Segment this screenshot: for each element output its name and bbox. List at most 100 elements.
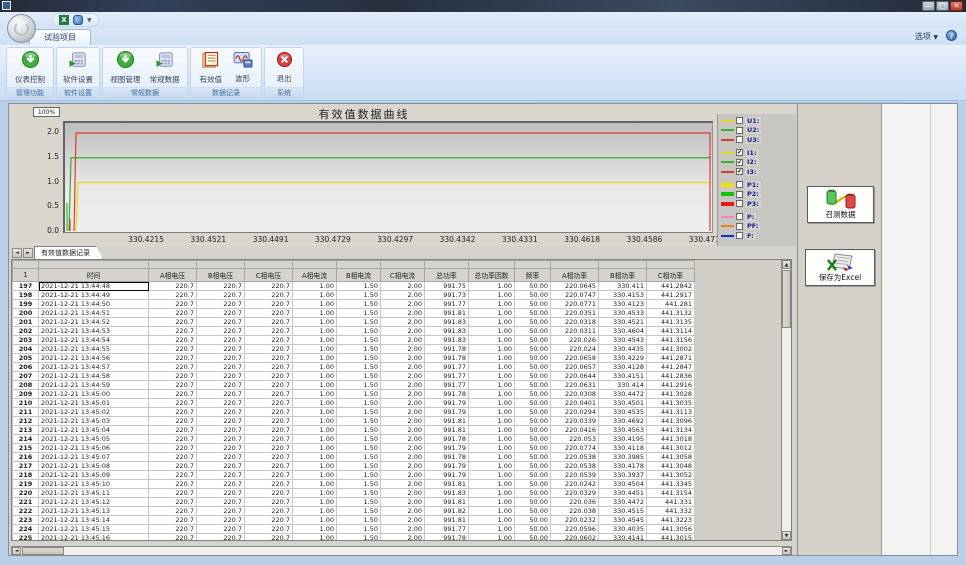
table-row[interactable]: 2002021-12-21 13:44:51220.7220.7220.71.0…: [13, 309, 695, 318]
ribbon-button-wave[interactable]: 波形: [231, 50, 255, 85]
scroll-left-icon[interactable]: ◄: [12, 547, 21, 555]
table-row[interactable]: 2052021-12-21 13:44:56220.7220.7220.71.0…: [13, 354, 695, 363]
table-row[interactable]: 2112021-12-21 13:45:02220.7220.7220.71.0…: [13, 408, 695, 417]
hscroll-thumb[interactable]: [22, 547, 64, 555]
legend-checkbox[interactable]: [736, 136, 743, 143]
table-row[interactable]: 2072021-12-21 13:44:58220.7220.7220.71.0…: [13, 372, 695, 381]
table-row[interactable]: 2042021-12-21 13:44:55220.7220.7220.71.0…: [13, 345, 695, 354]
vscroll-thumb[interactable]: [782, 270, 791, 328]
maximize-button[interactable]: ▢: [936, 1, 949, 11]
minimize-button[interactable]: —: [922, 1, 935, 11]
table-row[interactable]: 2172021-12-21 13:45:08220.7220.7220.71.0…: [13, 462, 695, 471]
table-row[interactable]: 2132021-12-21 13:45:04220.7220.7220.71.0…: [13, 426, 695, 435]
table-row[interactable]: 2082021-12-21 13:44:59220.7220.7220.71.0…: [13, 381, 695, 390]
close-button[interactable]: ✕: [950, 1, 963, 11]
table-cell: 1.00: [293, 462, 337, 471]
save-excel-button[interactable]: 保存为Excel: [805, 249, 875, 286]
tab-test-project[interactable]: 试验项目: [29, 29, 91, 45]
ribbon-button-control[interactable]: 仪表控制: [13, 49, 47, 86]
table-row[interactable]: 2122021-12-21 13:45:03220.7220.7220.71.0…: [13, 417, 695, 426]
sheet-tab-rms-record[interactable]: 有效值数据记录: [34, 246, 103, 259]
table-cell: 220.7: [197, 480, 245, 489]
ribbon-button-view[interactable]: 视图管理: [108, 49, 142, 86]
legend-checkbox[interactable]: [736, 117, 743, 124]
vertical-scrollbar[interactable]: ▲ ▼: [781, 260, 791, 540]
table-cell: 207: [13, 372, 39, 381]
scroll-up-icon[interactable]: ▲: [782, 260, 791, 269]
table-row[interactable]: 1972021-12-21 13:44:48220.7220.7220.71.0…: [13, 282, 695, 291]
table-row[interactable]: 2232021-12-21 13:45:14220.7220.7220.71.0…: [13, 516, 695, 525]
table-cell: 209: [13, 390, 39, 399]
table-cell: 1.00: [469, 417, 515, 426]
application-menu-orb[interactable]: [7, 14, 36, 43]
legend-checkbox[interactable]: ✔: [736, 168, 743, 175]
table-row[interactable]: 2032021-12-21 13:44:54220.7220.7220.71.0…: [13, 336, 695, 345]
table-row[interactable]: 2162021-12-21 13:45:07220.7220.7220.71.0…: [13, 453, 695, 462]
legend-checkbox[interactable]: ✔: [736, 149, 743, 156]
table-row[interactable]: 2252021-12-21 13:45:16220.7220.7220.71.0…: [13, 534, 695, 542]
legend-item-f: F:: [721, 231, 796, 240]
column-header: B相电压: [197, 269, 245, 282]
legend-checkbox[interactable]: [736, 200, 743, 207]
scroll-down-icon[interactable]: ▼: [782, 531, 791, 540]
header-spacer-cell: [647, 261, 695, 269]
legend-checkbox[interactable]: [736, 213, 743, 220]
column-header: A相功率: [551, 269, 599, 282]
scroll-right-icon[interactable]: ►: [782, 547, 791, 555]
table-row[interactable]: 1992021-12-21 13:44:50220.7220.7220.71.0…: [13, 300, 695, 309]
table-cell: 991.78: [425, 534, 469, 542]
horizontal-scrollbar[interactable]: ◄ ►: [11, 546, 792, 556]
table-cell: 2.00: [381, 399, 425, 408]
legend-checkbox[interactable]: [736, 191, 743, 198]
legend-checkbox[interactable]: [736, 223, 743, 230]
table-row[interactable]: 2022021-12-21 13:44:53220.7220.7220.71.0…: [13, 327, 695, 336]
ribbon-button-settings[interactable]: 软件设置: [61, 50, 95, 86]
ribbon-button-data[interactable]: 常规数据: [148, 50, 182, 86]
table-cell: 220.7: [149, 309, 197, 318]
column-header: 总功率因数: [469, 269, 515, 282]
ribbon-button-exit[interactable]: 退出: [274, 50, 295, 85]
sheet-prev-button[interactable]: ◄: [12, 248, 22, 258]
ribbon-group-label: 数据记录: [191, 87, 261, 98]
table-row[interactable]: 2012021-12-21 13:44:52220.7220.7220.71.0…: [13, 318, 695, 327]
legend-checkbox[interactable]: ✔: [736, 159, 743, 166]
table-cell: 330.4543: [599, 336, 647, 345]
table-row[interactable]: 2192021-12-21 13:45:10220.7220.7220.71.0…: [13, 480, 695, 489]
table-row[interactable]: 2202021-12-21 13:45:11220.7220.7220.71.0…: [13, 489, 695, 498]
table-row[interactable]: 2142021-12-21 13:45:05220.7220.7220.71.0…: [13, 435, 695, 444]
legend-checkbox[interactable]: [736, 232, 743, 239]
table-row[interactable]: 2092021-12-21 13:45:00220.7220.7220.71.0…: [13, 390, 695, 399]
table-cell: 50.00: [515, 462, 551, 471]
table-row[interactable]: 2212021-12-21 13:45:12220.7220.7220.71.0…: [13, 498, 695, 507]
table-row[interactable]: 2152021-12-21 13:45:06220.7220.7220.71.0…: [13, 444, 695, 453]
options-menu[interactable]: 选项 ▼: [915, 31, 938, 42]
ribbon-button-rms[interactable]: 有效值: [198, 50, 225, 86]
table-cell: 198: [13, 291, 39, 300]
fetch-data-button[interactable]: 召测数据: [807, 186, 874, 223]
table-row[interactable]: 2242021-12-21 13:45:15220.7220.7220.71.0…: [13, 525, 695, 534]
x-axis-tick: 330.4586: [613, 235, 675, 244]
table-row[interactable]: 2102021-12-21 13:45:01220.7220.7220.71.0…: [13, 399, 695, 408]
table-cell: 441.3154: [647, 489, 695, 498]
help-icon[interactable]: ?: [946, 30, 957, 41]
sheet-next-button[interactable]: ►: [23, 248, 33, 258]
table-row[interactable]: 2182021-12-21 13:45:09220.7220.7220.71.0…: [13, 471, 695, 480]
table-cell: 991.79: [425, 408, 469, 417]
legend-checkbox[interactable]: [736, 181, 743, 188]
app-quick-icon[interactable]: [73, 15, 83, 25]
table-cell: 1.00: [293, 408, 337, 417]
qat-dropdown-icon[interactable]: ▼: [87, 17, 92, 24]
table-cell: 2021-12-21 13:45:15: [39, 525, 149, 534]
table-cell: 220.7: [149, 462, 197, 471]
action-panel: 召测数据 保存为Excel: [797, 104, 881, 555]
chart-legend: U1:U2:U3:✔I1:✔I2:✔I3:P1:P2:P3:P:PF:F:: [717, 114, 796, 246]
header-spacer-cell: [13, 261, 39, 269]
table-row[interactable]: 1982021-12-21 13:44:49220.7220.7220.71.0…: [13, 291, 695, 300]
excel-quick-icon[interactable]: X: [59, 15, 69, 25]
legend-checkbox[interactable]: [736, 127, 743, 134]
table-cell: 1.00: [293, 417, 337, 426]
table-row[interactable]: 2062021-12-21 13:44:57220.7220.7220.71.0…: [13, 363, 695, 372]
zoom-level-chip[interactable]: 100%: [33, 107, 60, 117]
header-spacer-cell: [245, 261, 293, 269]
table-row[interactable]: 2222021-12-21 13:45:13220.7220.7220.71.0…: [13, 507, 695, 516]
